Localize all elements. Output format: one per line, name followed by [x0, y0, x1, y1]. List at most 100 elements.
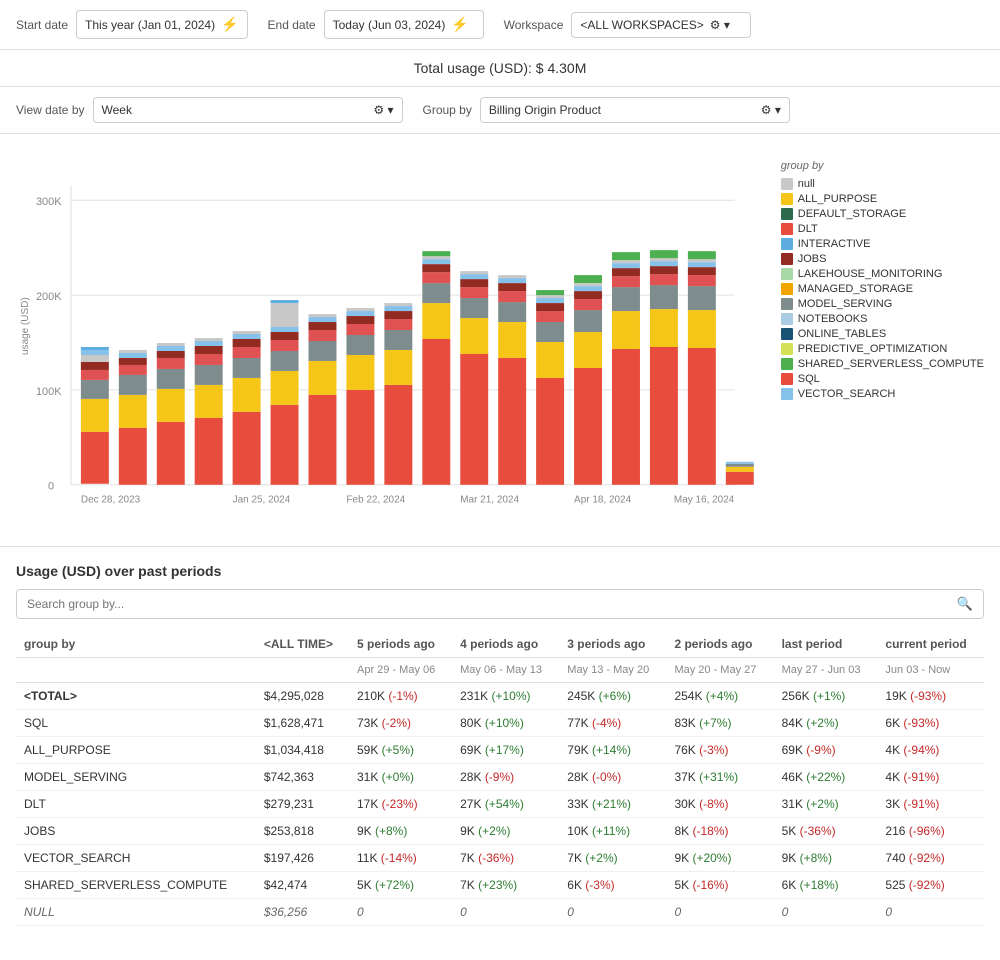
- legend-color-swatch: [781, 358, 793, 370]
- total-usage-text: Total usage (USD): $ 4.30M: [414, 60, 587, 76]
- cell-period: 76K (-3%): [666, 737, 773, 764]
- cell-period: 254K (+4%): [666, 683, 773, 710]
- start-date-icon: ⚡: [221, 16, 238, 33]
- sub-p3: May 13 - May 20: [559, 658, 666, 683]
- legend-item: VECTOR_SEARCH: [781, 388, 984, 400]
- workspace-select[interactable]: <ALL WORKSPACES> ⚙ ▾: [571, 12, 751, 38]
- workspace-group: Workspace <ALL WORKSPACES> ⚙ ▾: [504, 12, 752, 38]
- cell-period: 4K (-91%): [877, 764, 984, 791]
- cell-group-name: JOBS: [16, 818, 256, 845]
- legend-color-swatch: [781, 328, 793, 340]
- cell-period: 10K (+11%): [559, 818, 666, 845]
- col-last: last period: [774, 631, 878, 658]
- cell-period: 245K (+6%): [559, 683, 666, 710]
- col-p4: 4 periods ago: [452, 631, 559, 658]
- cell-period: 231K (+10%): [452, 683, 559, 710]
- legend-label-text: PREDICTIVE_OPTIMIZATION: [798, 343, 948, 355]
- cell-period: 79K (+14%): [559, 737, 666, 764]
- cell-period: 6K (-93%): [877, 710, 984, 737]
- table-row: VECTOR_SEARCH$197,42611K (-14%)7K (-36%)…: [16, 845, 984, 872]
- cell-period: 7K (+23%): [452, 872, 559, 899]
- cell-period: 9K (+2%): [452, 818, 559, 845]
- group-by-select[interactable]: Billing Origin Product ⚙ ▾: [480, 97, 790, 123]
- legend-color-swatch: [781, 238, 793, 250]
- start-date-input[interactable]: This year (Jan 01, 2024) ⚡: [76, 10, 248, 39]
- legend-title: group by: [781, 160, 984, 172]
- legend-item: ONLINE_TABLES: [781, 328, 984, 340]
- table-row: SHARED_SERVERLESS_COMPUTE$42,4745K (+72%…: [16, 872, 984, 899]
- cell-group-name: MODEL_SERVING: [16, 764, 256, 791]
- chart-legend: group by nullALL_PURPOSEDEFAULT_STORAGED…: [781, 150, 984, 530]
- end-date-label: End date: [268, 18, 316, 32]
- sub-p4: May 06 - May 13: [452, 658, 559, 683]
- cell-period: 69K (+17%): [452, 737, 559, 764]
- cell-period: 740 (-92%): [877, 845, 984, 872]
- usage-table: group by <ALL TIME> 5 periods ago 4 peri…: [16, 631, 984, 926]
- cell-period: 0: [666, 899, 773, 926]
- cell-period: 84K (+2%): [774, 710, 878, 737]
- end-date-group: End date Today (Jun 03, 2024) ⚡: [268, 10, 484, 39]
- svg-text:May 16, 2024: May 16, 2024: [674, 495, 735, 506]
- legend-label-text: JOBS: [798, 253, 827, 265]
- legend-label-text: null: [798, 178, 815, 190]
- workspace-value: <ALL WORKSPACES>: [580, 18, 703, 32]
- top-bar: Start date This year (Jan 01, 2024) ⚡ En…: [0, 0, 1000, 50]
- cell-period: 256K (+1%): [774, 683, 878, 710]
- cell-period: 19K (-93%): [877, 683, 984, 710]
- legend-label-text: ONLINE_TABLES: [798, 328, 886, 340]
- cog-icon: ⚙ ▾: [710, 18, 730, 32]
- legend-label-text: INTERACTIVE: [798, 238, 871, 250]
- cell-period: 8K (-18%): [666, 818, 773, 845]
- legend-color-swatch: [781, 388, 793, 400]
- cell-period: 216 (-96%): [877, 818, 984, 845]
- legend-color-swatch: [781, 223, 793, 235]
- cell-period: 210K (-1%): [349, 683, 452, 710]
- cell-all-time: $279,231: [256, 791, 349, 818]
- legend-color-swatch: [781, 343, 793, 355]
- cell-period: 28K (-0%): [559, 764, 666, 791]
- table-row: SQL$1,628,47173K (-2%)80K (+10%)77K (-4%…: [16, 710, 984, 737]
- start-date-group: Start date This year (Jan 01, 2024) ⚡: [16, 10, 248, 39]
- cell-period: 31K (+2%): [774, 791, 878, 818]
- cell-period: 5K (-16%): [666, 872, 773, 899]
- legend-color-swatch: [781, 373, 793, 385]
- cell-period: 9K (+8%): [349, 818, 452, 845]
- cell-period: 69K (-9%): [774, 737, 878, 764]
- table-title: Usage (USD) over past periods: [16, 563, 984, 579]
- cell-period: 59K (+5%): [349, 737, 452, 764]
- start-date-value: This year (Jan 01, 2024): [85, 18, 215, 32]
- cell-period: 5K (-36%): [774, 818, 878, 845]
- sub-current: Jun 03 - Now: [877, 658, 984, 683]
- svg-text:200K: 200K: [36, 291, 62, 303]
- total-usage-bar: Total usage (USD): $ 4.30M: [0, 50, 1000, 87]
- legend-label-text: SQL: [798, 373, 820, 385]
- cell-all-time: $36,256: [256, 899, 349, 926]
- legend-label-text: NOTEBOOKS: [798, 313, 868, 325]
- table-row: ALL_PURPOSE$1,034,41859K (+5%)69K (+17%)…: [16, 737, 984, 764]
- search-bar[interactable]: 🔍: [16, 589, 984, 619]
- cell-group-name: VECTOR_SEARCH: [16, 845, 256, 872]
- legend-color-swatch: [781, 313, 793, 325]
- cell-period: 28K (-9%): [452, 764, 559, 791]
- controls-bar: View date by Week ⚙ ▾ Group by Billing O…: [0, 87, 1000, 134]
- search-input[interactable]: [27, 597, 949, 611]
- cell-group-name: <TOTAL>: [16, 683, 256, 710]
- workspace-label: Workspace: [504, 18, 564, 32]
- legend-item: INTERACTIVE: [781, 238, 984, 250]
- cell-period: 0: [452, 899, 559, 926]
- view-date-select[interactable]: Week ⚙ ▾: [93, 97, 403, 123]
- group-by-value: Billing Origin Product: [489, 103, 601, 117]
- legend-label-text: VECTOR_SEARCH: [798, 388, 896, 400]
- legend-item: MANAGED_STORAGE: [781, 283, 984, 295]
- legend-item: NOTEBOOKS: [781, 313, 984, 325]
- legend-label-text: ALL_PURPOSE: [798, 193, 877, 205]
- svg-text:0: 0: [48, 481, 54, 493]
- cell-period: 31K (+0%): [349, 764, 452, 791]
- sub-last: May 27 - Jun 03: [774, 658, 878, 683]
- legend-item: ALL_PURPOSE: [781, 193, 984, 205]
- col-p3: 3 periods ago: [559, 631, 666, 658]
- cell-group-name: ALL_PURPOSE: [16, 737, 256, 764]
- end-date-input[interactable]: Today (Jun 03, 2024) ⚡: [324, 10, 484, 39]
- group-by-group: Group by Billing Origin Product ⚙ ▾: [423, 97, 790, 123]
- svg-text:Feb 22, 2024: Feb 22, 2024: [346, 495, 405, 506]
